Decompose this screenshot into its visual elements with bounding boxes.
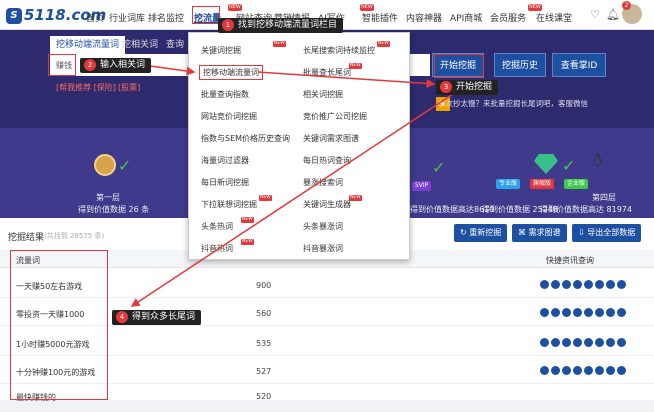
arrow-2	[149, 65, 196, 76]
callout-4: 4 得到众多长尾词	[112, 310, 202, 325]
callout-2: 2 输入相关词	[80, 58, 152, 73]
callout-text: 找到挖移动端流量词栏目	[238, 20, 338, 30]
step-number: 3	[440, 80, 452, 93]
step-number: 1	[222, 18, 234, 31]
callout-text: 开始挖掘	[456, 82, 493, 92]
arrow-3	[257, 71, 436, 88]
callout-text: 得到众多长尾词	[132, 312, 196, 322]
arrow-4	[130, 91, 457, 307]
step-number: 4	[116, 310, 128, 323]
callout-1: 1 找到挖移动端流量词栏目	[218, 18, 344, 33]
callout-text: 输入相关词	[100, 60, 146, 70]
callout-3: 3 开始挖掘	[436, 80, 499, 95]
step-number: 2	[84, 58, 96, 71]
